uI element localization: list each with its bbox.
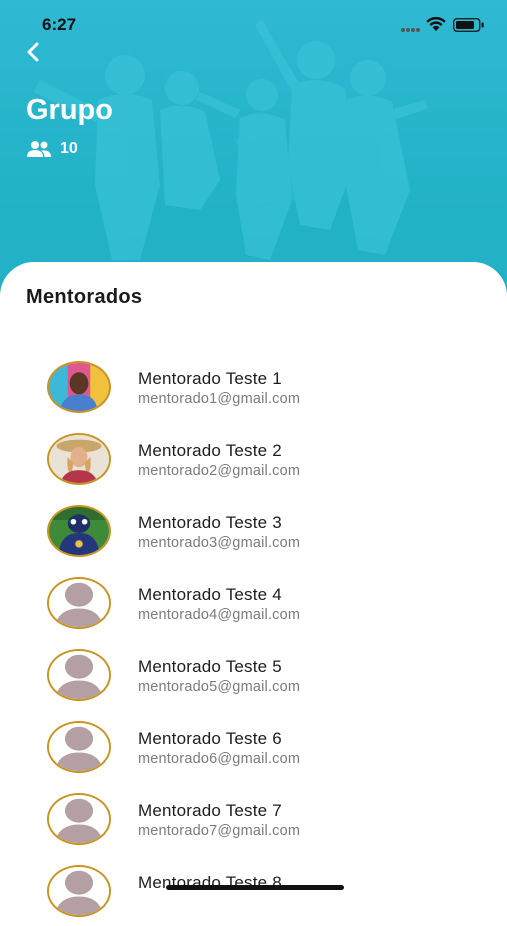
list-item[interactable]: Mentorado Teste 6 mentorado6@gmail.com [0, 710, 507, 782]
list-item[interactable]: Mentorado Teste 4 mentorado4@gmail.com [0, 566, 507, 638]
mentorado-email: mentorado7@gmail.com [138, 823, 301, 839]
avatar [47, 721, 111, 773]
mentorado-email: mentorado3@gmail.com [138, 535, 301, 551]
content-sheet: Mentorados Mentorado Teste 1 mentorado1@… [0, 262, 507, 917]
avatar [47, 793, 111, 845]
mentorado-name: Mentorado Teste 4 [138, 585, 282, 604]
list-item[interactable]: Mentorado Teste 1 mentorado1@gmail.com [0, 350, 507, 422]
mentorado-name: Mentorado Teste 5 [138, 657, 282, 676]
mentorado-email: mentorado4@gmail.com [138, 607, 301, 623]
avatar [47, 577, 111, 629]
mentorado-email: mentorado6@gmail.com [138, 751, 301, 767]
wifi-icon [426, 16, 446, 31]
mentorado-email: mentorado5@gmail.com [138, 679, 301, 695]
list-item[interactable]: Mentorado Teste 3 mentorado3@gmail.com [0, 494, 507, 566]
mentorado-name: Mentorado Teste 8 [138, 873, 282, 892]
avatar [47, 433, 111, 485]
mentorado-name: Mentorado Teste 7 [138, 801, 282, 820]
people-icon [27, 141, 51, 157]
cellular-signal-icon [401, 28, 420, 32]
list-item[interactable]: Mentorado Teste 7 mentorado7@gmail.com [0, 782, 507, 854]
avatar [47, 505, 111, 557]
mentorado-name: Mentorado Teste 6 [138, 729, 282, 748]
member-count: 10 [26, 140, 78, 158]
list-item[interactable]: Mentorado Teste 8 [0, 854, 507, 926]
mentorado-name: Mentorado Teste 1 [138, 369, 282, 388]
list-item[interactable]: Mentorado Teste 2 mentorado2@gmail.com [0, 422, 507, 494]
back-button[interactable] [20, 38, 50, 68]
avatar [47, 361, 111, 413]
section-title: Mentorados [26, 286, 143, 308]
list-item[interactable]: Mentorado Teste 5 mentorado5@gmail.com [0, 638, 507, 710]
home-indicator[interactable] [166, 885, 344, 890]
status-bar: 6:27 [0, 0, 507, 50]
mentorado-name: Mentorado Teste 2 [138, 441, 282, 460]
group-title: Grupo [26, 94, 113, 126]
group-header: 6:27 Grupo 10 [0, 0, 507, 300]
avatar [47, 865, 111, 917]
chevron-left-icon [27, 42, 39, 62]
avatar [47, 649, 111, 701]
mentorado-name: Mentorado Teste 3 [138, 513, 282, 532]
mentorado-email: mentorado2@gmail.com [138, 463, 301, 479]
status-time: 6:27 [42, 15, 77, 34]
mentorado-email: mentorado1@gmail.com [138, 391, 301, 407]
battery-icon [453, 18, 484, 32]
member-count-value: 10 [60, 140, 78, 157]
